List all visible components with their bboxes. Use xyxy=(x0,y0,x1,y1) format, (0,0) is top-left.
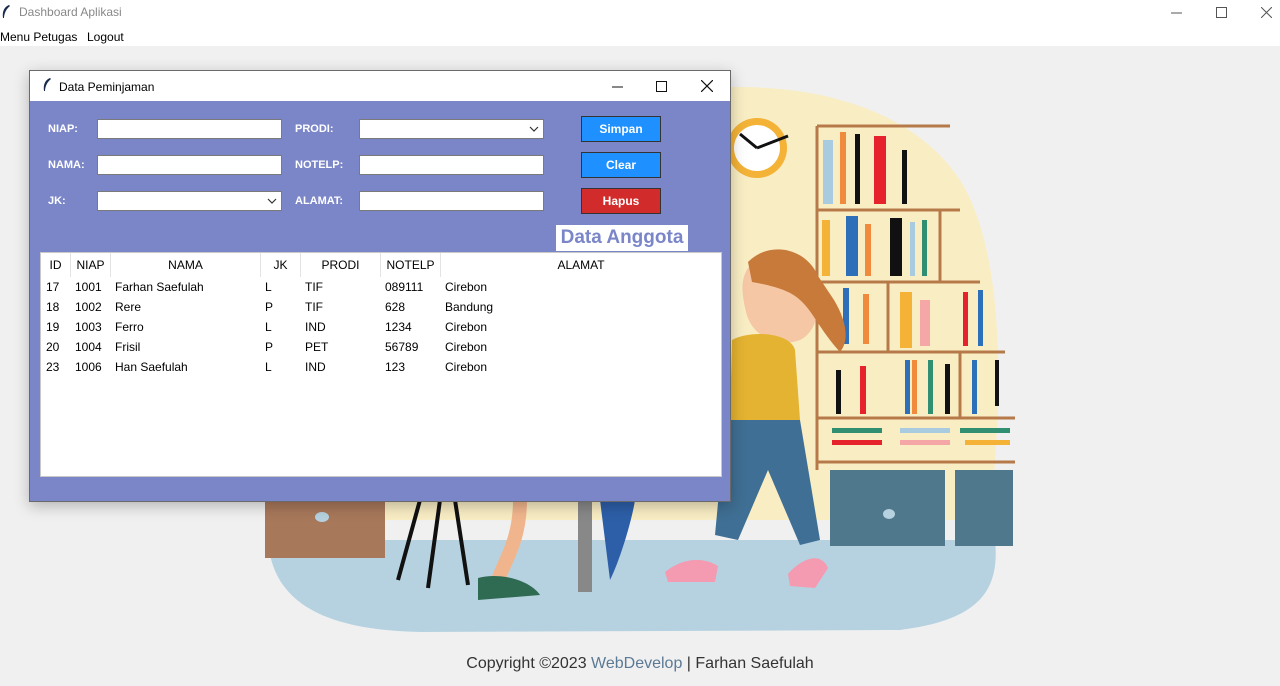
cell-jk: L xyxy=(265,280,272,294)
cell-nama: Rere xyxy=(115,300,142,314)
hapus-button[interactable]: Hapus xyxy=(581,188,661,214)
feather-icon xyxy=(2,5,10,18)
cell-id: 19 xyxy=(46,320,60,334)
cell-jk: P xyxy=(265,300,274,314)
column-header-prodi[interactable]: PRODI xyxy=(301,253,381,277)
close-icon xyxy=(701,80,713,92)
close-icon xyxy=(1260,6,1272,18)
cell-niap: 1001 xyxy=(75,280,102,294)
cell-niap: 1002 xyxy=(75,300,102,314)
cell-alamat: Cirebon xyxy=(445,360,488,374)
minimize-button[interactable] xyxy=(1153,0,1199,24)
prodi-label: PRODI: xyxy=(295,123,334,135)
feather-icon xyxy=(43,78,51,91)
cell-jk: L xyxy=(265,320,272,334)
niap-label: NIAP: xyxy=(48,123,78,135)
app-titlebar: Dashboard Aplikasi xyxy=(0,0,1280,24)
cell-prodi: PET xyxy=(305,340,329,354)
copyright-footer: Copyright ©2023 WebDevelop | Farhan Saef… xyxy=(0,655,1280,673)
jk-label: JK: xyxy=(48,195,66,207)
minimize-icon xyxy=(1170,12,1182,13)
dialog-title: Data Peminjaman xyxy=(59,80,155,94)
menu-item-logout[interactable]: Logout xyxy=(87,30,124,44)
menu-item-petugas[interactable]: Menu Petugas xyxy=(0,30,77,44)
cell-niap: 1006 xyxy=(75,360,102,374)
close-button[interactable] xyxy=(1243,0,1280,24)
dialog-titlebar: Data Peminjaman xyxy=(30,71,730,101)
cell-prodi: IND xyxy=(305,360,326,374)
cell-id: 23 xyxy=(46,360,60,374)
cell-notelp: 56789 xyxy=(385,340,419,354)
column-header-jk[interactable]: JK xyxy=(261,253,301,277)
column-header-nama[interactable]: NAMA xyxy=(111,253,261,277)
cell-prodi: TIF xyxy=(305,280,323,294)
app-title: Dashboard Aplikasi xyxy=(19,5,122,19)
clear-button[interactable]: Clear xyxy=(581,152,661,178)
cell-alamat: Cirebon xyxy=(445,340,488,354)
cell-alamat: Cirebon xyxy=(445,280,488,294)
cell-notelp: 123 xyxy=(385,360,406,374)
niap-input[interactable] xyxy=(97,119,282,139)
anggota-table[interactable]: ID NIAP NAMA JK PRODI NOTELP ALAMAT 17 1… xyxy=(40,252,722,477)
cell-niap: 1003 xyxy=(75,320,102,334)
simpan-button[interactable]: Simpan xyxy=(581,116,661,142)
maximize-icon xyxy=(655,80,667,92)
dialog-minimize-button[interactable] xyxy=(594,71,640,101)
cell-niap: 1004 xyxy=(75,340,102,354)
column-header-niap[interactable]: NIAP xyxy=(71,253,111,277)
column-header-id[interactable]: ID xyxy=(41,253,71,277)
nama-label: NAMA: xyxy=(48,159,85,171)
column-header-alamat[interactable]: ALAMAT xyxy=(441,253,721,277)
cell-nama: Han Saefulah xyxy=(115,360,188,374)
cell-prodi: IND xyxy=(305,320,326,334)
minimize-icon xyxy=(611,86,623,87)
dialog-close-button[interactable] xyxy=(684,71,730,101)
chevron-down-icon xyxy=(267,198,277,204)
cell-nama: Frisil xyxy=(115,340,141,354)
table-row[interactable]: 20 1004 Frisil P PET 56789 Cirebon xyxy=(41,337,721,357)
alamat-label: ALAMAT: xyxy=(295,195,344,207)
alamat-input[interactable] xyxy=(359,191,544,211)
cell-nama: Ferro xyxy=(115,320,144,334)
data-peminjaman-window: Data Peminjaman NIAP: NAMA: JK: PRODI: N… xyxy=(29,70,731,502)
prodi-combobox[interactable] xyxy=(359,119,544,139)
table-row[interactable]: 18 1002 Rere P TIF 628 Bandung xyxy=(41,297,721,317)
cell-alamat: Cirebon xyxy=(445,320,488,334)
cell-notelp: 089111 xyxy=(385,280,424,294)
cell-id: 20 xyxy=(46,340,60,354)
maximize-icon xyxy=(1215,6,1227,18)
cell-notelp: 628 xyxy=(385,300,406,314)
chevron-down-icon xyxy=(529,126,539,132)
copyright-suffix: | Farhan Saefulah xyxy=(682,655,814,672)
cell-nama: Farhan Saefulah xyxy=(115,280,204,294)
column-header-notelp[interactable]: NOTELP xyxy=(381,253,441,277)
table-row[interactable]: 23 1006 Han Saefulah L IND 123 Cirebon xyxy=(41,357,721,377)
table-row[interactable]: 17 1001 Farhan Saefulah L TIF 089111 Cir… xyxy=(41,277,721,297)
cell-id: 17 xyxy=(46,280,60,294)
cell-prodi: TIF xyxy=(305,300,323,314)
notelp-input[interactable] xyxy=(359,155,544,175)
cell-jk: P xyxy=(265,340,274,354)
maximize-button[interactable] xyxy=(1198,0,1244,24)
copyright-link[interactable]: WebDevelop xyxy=(591,655,682,672)
cell-notelp: 1234 xyxy=(385,320,412,334)
dialog-maximize-button[interactable] xyxy=(638,71,684,101)
cell-alamat: Bandung xyxy=(445,300,494,314)
nama-input[interactable] xyxy=(97,155,282,175)
table-row[interactable]: 19 1003 Ferro L IND 1234 Cirebon xyxy=(41,317,721,337)
cell-jk: L xyxy=(265,360,272,374)
jk-combobox[interactable] xyxy=(97,191,282,211)
notelp-label: NOTELP: xyxy=(295,159,344,171)
copyright-prefix: Copyright ©2023 xyxy=(466,655,592,672)
menubar: Menu Petugas Logout xyxy=(0,24,1280,46)
cell-id: 18 xyxy=(46,300,60,314)
data-anggota-title: Data Anggota xyxy=(556,225,688,251)
table-header: ID NIAP NAMA JK PRODI NOTELP ALAMAT xyxy=(41,253,721,277)
